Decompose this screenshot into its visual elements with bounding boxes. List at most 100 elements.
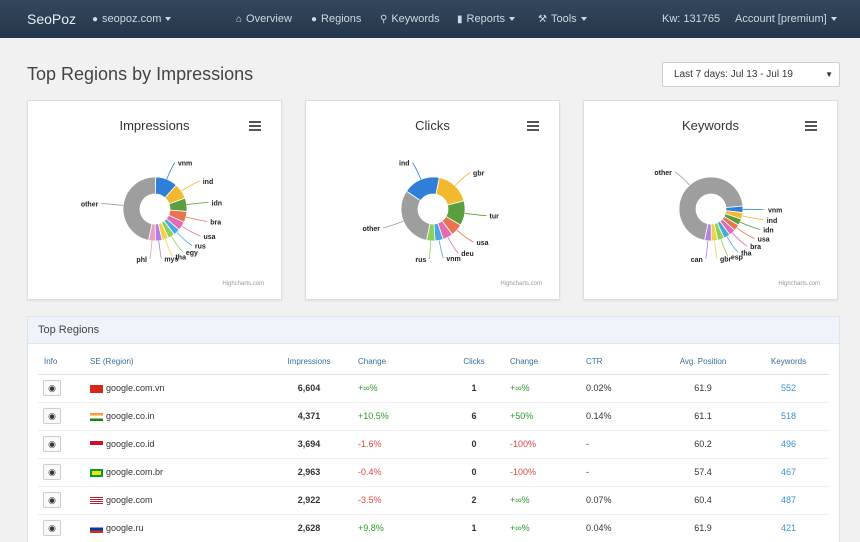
pie-slice-other[interactable] <box>400 190 431 241</box>
pie-label-deu: deu <box>461 251 473 258</box>
top-navbar: SeoPoz ● seopoz.com ⌂ Overview ● Regions ⚲ K… <box>0 0 860 38</box>
chart-credit[interactable]: Highcharts.com <box>222 281 264 287</box>
se-name: google.com <box>106 495 153 505</box>
nav-keywords[interactable]: ⚲ Keywords <box>380 0 440 38</box>
nav-reports[interactable]: ▮ Reports <box>457 0 516 38</box>
globe-icon[interactable]: ◉ <box>43 520 61 537</box>
nav-keywords-label: Keywords <box>391 13 440 25</box>
ctr-cell: 0.02% <box>586 373 658 402</box>
pie-label-vnm: vnm <box>446 256 460 263</box>
pie-label-idn: idn <box>212 200 223 207</box>
keywords-link[interactable]: 487 <box>748 485 829 514</box>
avg-position-cell: 60.4 <box>658 485 748 514</box>
avg-position-cell: 61.1 <box>658 401 748 430</box>
site-selector[interactable]: ● seopoz.com <box>92 0 172 38</box>
impressions-cell: 4,371 <box>260 401 358 430</box>
pie-connector-bra <box>185 216 208 222</box>
chart-credit[interactable]: Highcharts.com <box>500 281 542 287</box>
pie-slice-gbr[interactable] <box>435 177 465 206</box>
nav-overview[interactable]: ⌂ Overview <box>236 0 292 38</box>
nav-regions-label: Regions <box>321 13 362 25</box>
wrench-icon: ⚒ <box>538 14 547 25</box>
se-cell: google.com.br <box>90 457 260 486</box>
key-icon: ⚲ <box>380 14 388 25</box>
chart-credit[interactable]: Highcharts.com <box>778 281 820 287</box>
regions-table: Info SE (Region) Impressions Change Clic… <box>38 350 829 542</box>
pie-connector-mys <box>158 240 162 259</box>
clicks-cell: 0 <box>438 429 510 458</box>
se-cell: google.com.vn <box>90 373 260 402</box>
impressions-change-cell: +9.8% <box>358 513 438 542</box>
date-range-select[interactable]: Last 7 days: Jul 13 - Jul 19 ▼ <box>662 62 840 87</box>
pie-label-idn: idn <box>763 228 774 235</box>
keywords-link[interactable]: 552 <box>748 373 829 402</box>
account-menu-label: Account [premium] <box>735 13 827 25</box>
chart-title: Keywords <box>681 118 740 133</box>
pie-label-phl: phl <box>136 257 147 264</box>
ctr-cell: 0.07% <box>586 485 658 514</box>
keywords-link[interactable]: 421 <box>748 513 829 542</box>
table-header-row: Info SE (Region) Impressions Change Clic… <box>38 350 829 375</box>
col-change[interactable]: Change <box>358 350 438 375</box>
pie-label-usa: usa <box>203 234 215 241</box>
col-se-region[interactable]: SE (Region) <box>90 350 260 375</box>
col-clicks-change[interactable]: Change <box>510 350 586 375</box>
regions-table-body: ◉ google.com.vn 6,604 +∞% 1 +∞% 0.02% 61.9 552 ◉ g… <box>38 373 829 542</box>
pie-connector-gbr <box>454 172 471 186</box>
pie-connector-idn <box>739 221 761 230</box>
globe-icon[interactable]: ◉ <box>43 380 61 396</box>
impressions-cell: 2,922 <box>260 485 358 514</box>
col-ctr[interactable]: CTR <box>586 350 658 375</box>
se-name: google.co.id <box>106 439 155 449</box>
col-keywords[interactable]: Keywords <box>748 350 829 375</box>
chart-title: Impressions <box>119 118 190 133</box>
clicks-change-cell: +∞% <box>510 485 586 514</box>
globe-icon[interactable]: ◉ <box>43 436 61 452</box>
page-title: Top Regions by Impressions <box>27 64 254 84</box>
se-cell: google.co.id <box>90 429 260 458</box>
clicks-change-cell: -100% <box>510 457 586 486</box>
clicks-cell: 0 <box>438 457 510 486</box>
pie-label-ind: ind <box>767 218 778 225</box>
globe-icon[interactable]: ◉ <box>43 464 61 480</box>
keywords-link[interactable]: 496 <box>748 429 829 458</box>
clicks-chart-card: Clicks other ind gbr tur usa deu vnm rus Highch… <box>305 100 560 300</box>
nav-tools[interactable]: ⚒ Tools <box>538 0 587 38</box>
globe-icon: ● <box>311 14 318 25</box>
se-name: google.com.br <box>106 467 164 477</box>
table-row: ◉ google.com.vn 6,604 +∞% 1 +∞% 0.02% 61.9 552 <box>38 373 829 402</box>
chevron-down-icon <box>580 17 587 22</box>
col-clicks[interactable]: Clicks <box>438 350 510 375</box>
ctr-cell: 0.14% <box>586 401 658 430</box>
keywords-link[interactable]: 518 <box>748 401 829 430</box>
clicks-donut-chart: other ind gbr tur usadeuvnm rus <box>363 161 500 264</box>
se-cell: google.com <box>90 485 260 514</box>
clicks-change-cell: -100% <box>510 429 586 458</box>
info-cell: ◉ <box>38 429 90 458</box>
pie-connector-other <box>674 171 690 186</box>
impressions-cell: 3,694 <box>260 429 358 458</box>
pie-connector-other <box>382 220 404 229</box>
hamburger-menu-icon[interactable] <box>249 121 261 133</box>
clicks-change-cell: +∞% <box>510 513 586 542</box>
hamburger-menu-icon[interactable] <box>805 121 817 133</box>
pie-label-egy: egy <box>186 250 198 257</box>
nav-regions[interactable]: ● Regions <box>311 0 361 38</box>
globe-icon[interactable]: ◉ <box>43 492 61 508</box>
pie-connector-tha <box>164 239 173 257</box>
account-menu[interactable]: Account [premium] <box>735 0 837 38</box>
impressions-change-cell: -0.4% <box>358 457 438 486</box>
info-cell: ◉ <box>38 457 90 486</box>
brand-logo[interactable]: SeoPoz <box>27 0 76 38</box>
hamburger-menu-icon[interactable] <box>527 121 539 133</box>
col-avg-position[interactable]: Avg. Position <box>658 350 748 375</box>
pie-label-rus: rus <box>415 257 426 264</box>
impressions-change-cell: +10.5% <box>358 401 438 430</box>
keywords-link[interactable]: 467 <box>748 457 829 486</box>
table-row: ◉ google.co.id 3,694 -1.6% 0 -100% -60.2 496 <box>38 429 829 458</box>
clicks-cell: 1 <box>438 373 510 402</box>
col-impressions[interactable]: Impressions <box>260 350 358 375</box>
globe-icon[interactable]: ◉ <box>43 408 61 424</box>
ctr-cell: - <box>586 429 658 458</box>
impressions-cell: 2,963 <box>260 457 358 486</box>
